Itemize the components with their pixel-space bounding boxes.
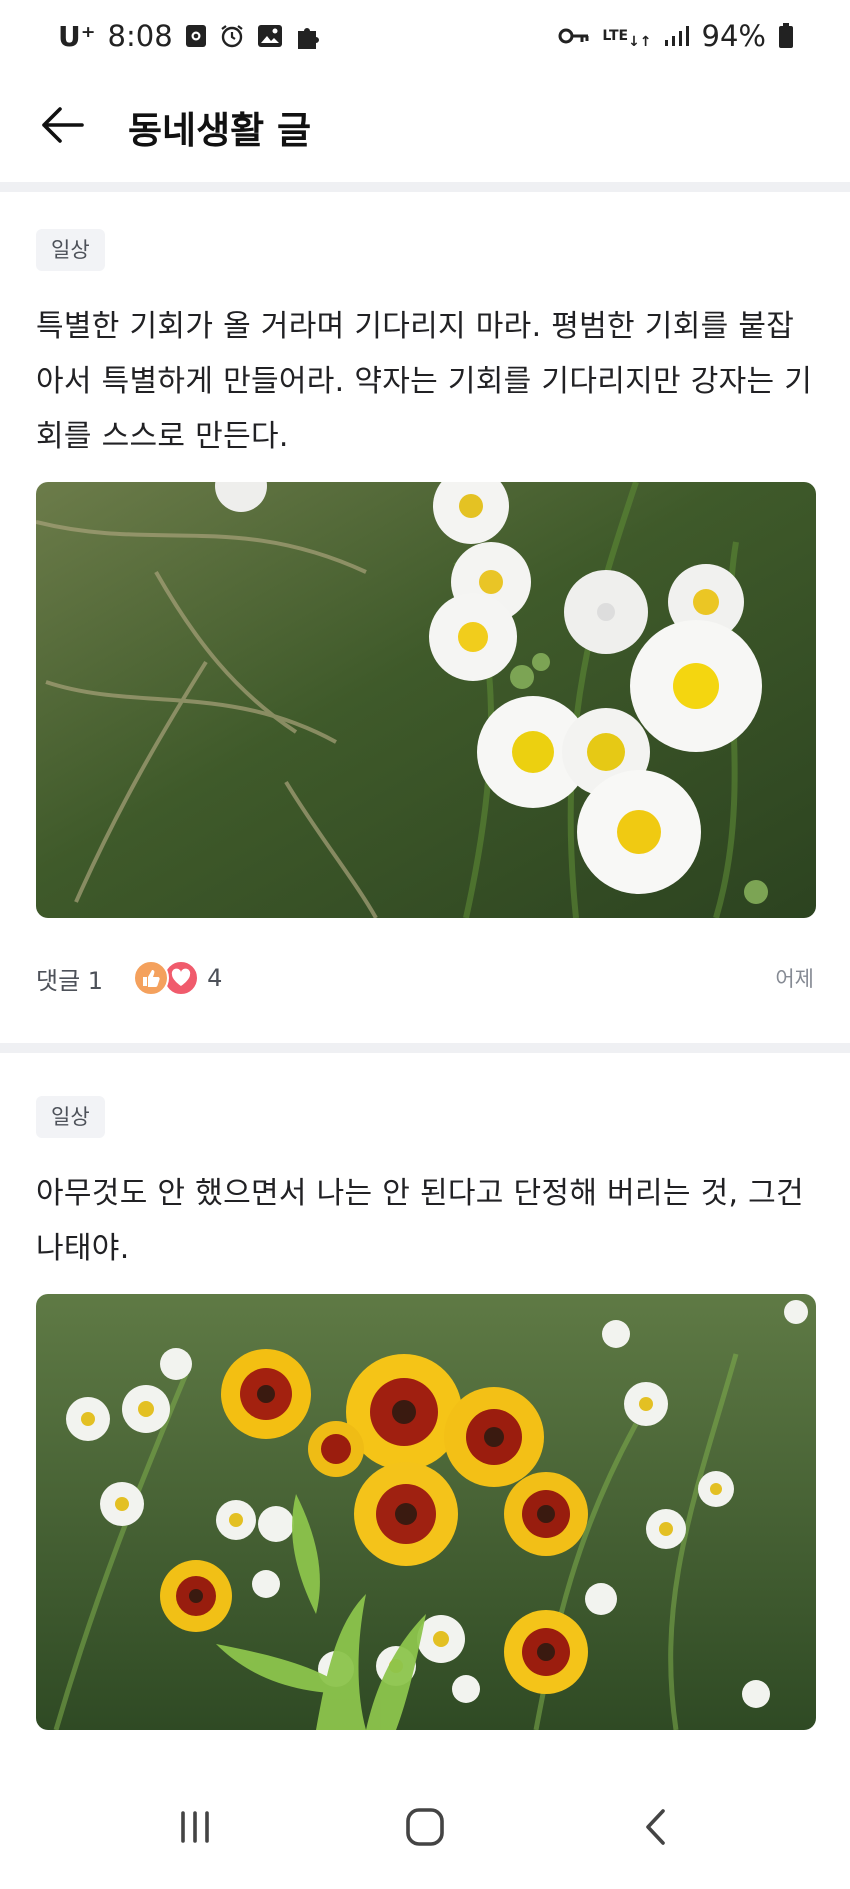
network-label: LTE	[602, 27, 629, 44]
post-card[interactable]: 일상 아무것도 안 했으면서 나는 안 된다고 단정해 버리는 것, 그건 나태…	[0, 1096, 850, 1730]
lte-icon: LTE ↓↑	[602, 27, 652, 50]
post-text[interactable]: 아무것도 안 했으면서 나는 안 된다고 단정해 버리는 것, 그건 나태야.	[36, 1166, 814, 1276]
post-meta: 댓글 1 4 어제	[36, 958, 814, 998]
post-time: 어제	[775, 967, 814, 991]
signal-icon	[664, 25, 690, 47]
post-image[interactable]	[36, 1294, 816, 1730]
section-divider	[0, 182, 850, 192]
screen-record-icon	[185, 24, 207, 48]
status-time: 8:08	[107, 19, 173, 53]
status-right: LTE ↓↑ 94%	[558, 19, 794, 53]
battery-percent: 94%	[701, 19, 766, 53]
battery-icon	[778, 23, 794, 49]
thumbs-up-icon	[133, 960, 170, 996]
carrier-label: U⁺	[58, 19, 96, 53]
page-title: 동네생활 글	[128, 109, 312, 152]
nav-back-button[interactable]	[610, 1794, 700, 1864]
post-image[interactable]	[36, 482, 816, 918]
home-button[interactable]	[380, 1794, 470, 1864]
status-left: U⁺ 8:08	[58, 19, 325, 53]
vpn-key-icon	[558, 26, 590, 46]
status-bar: U⁺ 8:08 LTE ↓↑ 94%	[0, 0, 850, 72]
reaction-count: 4	[207, 964, 223, 992]
reactions[interactable]: 4	[133, 960, 222, 996]
alarm-icon	[219, 23, 245, 49]
recent-apps-icon	[177, 1811, 213, 1847]
arrow-left-icon	[40, 105, 84, 149]
category-tag[interactable]: 일상	[36, 229, 105, 271]
back-button[interactable]	[38, 103, 86, 151]
puzzle-icon	[295, 21, 325, 51]
home-icon	[405, 1807, 445, 1851]
gallery-icon	[257, 24, 283, 48]
system-nav-bar	[0, 1769, 850, 1889]
app-bar: 동네생활 글	[0, 72, 850, 182]
recent-apps-button[interactable]	[150, 1794, 240, 1864]
comment-count[interactable]: 댓글 1	[36, 961, 103, 996]
section-divider	[0, 1043, 850, 1053]
post-text[interactable]: 특별한 기회가 올 거라며 기다리지 마라. 평범한 기회를 붙잡아서 특별하게…	[36, 299, 814, 464]
post-card[interactable]: 일상 특별한 기회가 올 거라며 기다리지 마라. 평범한 기회를 붙잡아서 특…	[0, 229, 850, 998]
category-tag[interactable]: 일상	[36, 1096, 105, 1138]
back-icon	[643, 1807, 667, 1851]
